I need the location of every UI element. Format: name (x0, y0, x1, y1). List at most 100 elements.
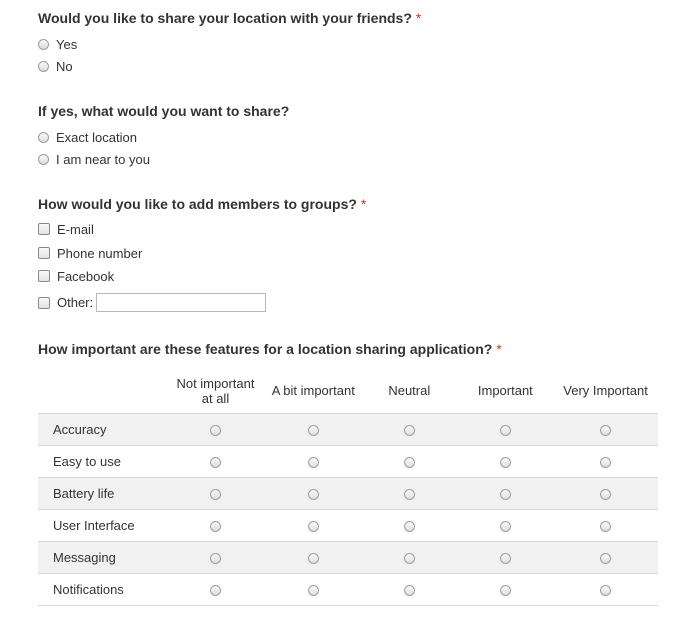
radio-button[interactable] (38, 131, 49, 143)
column-header: Neutral (388, 383, 431, 398)
column-header: Important (477, 383, 533, 398)
grid-cell[interactable] (266, 574, 361, 606)
radio-button[interactable] (403, 425, 415, 437)
grid-cell[interactable] (458, 510, 553, 542)
option-exact-location[interactable]: Exact location (38, 128, 137, 146)
radio-button[interactable] (403, 521, 415, 533)
option-label: Other: (57, 295, 94, 310)
checkbox[interactable] (38, 247, 50, 259)
required-marker: * (496, 341, 502, 357)
row-label: Easy to use (53, 454, 121, 469)
grid-cell[interactable] (266, 446, 361, 478)
radio-button[interactable] (209, 521, 221, 533)
radio-button[interactable] (307, 489, 319, 501)
radio-button[interactable] (403, 585, 415, 597)
radio-button[interactable] (499, 553, 511, 565)
grid-cell[interactable] (361, 510, 458, 542)
grid-cell[interactable] (553, 542, 658, 574)
option-label: Facebook (57, 268, 115, 284)
radio-button[interactable] (209, 489, 221, 501)
radio-button[interactable] (403, 553, 415, 565)
radio-button[interactable] (499, 585, 511, 597)
radio-button[interactable] (499, 489, 511, 501)
grid-cell[interactable] (266, 414, 361, 446)
radio-button[interactable] (209, 457, 221, 469)
grid-cell[interactable] (361, 542, 458, 574)
column-header: A bit important (271, 383, 355, 398)
radio-button[interactable] (307, 521, 319, 533)
question-share-what-title: If yes, what would you want to share? (38, 103, 289, 119)
option-label: Yes (56, 36, 78, 52)
column-header-label: Not important at all (176, 375, 255, 406)
radio-button[interactable] (403, 489, 415, 501)
grid-cell[interactable] (458, 446, 553, 478)
question-text: If yes, what would you want to share? (38, 103, 290, 119)
grid-cell[interactable] (361, 414, 458, 446)
radio-button[interactable] (600, 489, 612, 501)
grid-cell[interactable] (165, 446, 265, 478)
grid-cell[interactable] (165, 414, 265, 446)
question-text: How would you like to add members to gro… (38, 196, 357, 212)
column-header: Very Important (563, 383, 648, 398)
grid-cell[interactable] (553, 574, 658, 606)
option-label: I am near to you (56, 151, 150, 167)
radio-button[interactable] (499, 457, 511, 469)
radio-button[interactable] (499, 425, 511, 437)
grid-cell[interactable] (458, 478, 553, 510)
radio-button[interactable] (209, 553, 221, 565)
option-facebook[interactable]: Facebook (38, 267, 114, 285)
other-text-input[interactable] (96, 293, 267, 312)
grid-cell[interactable] (458, 414, 553, 446)
option-no[interactable]: No (38, 57, 73, 75)
option-yes[interactable]: Yes (38, 35, 77, 53)
option-near-to-you[interactable]: I am near to you (38, 150, 150, 168)
grid-cell[interactable] (553, 446, 658, 478)
checkbox[interactable] (38, 223, 50, 235)
checkbox[interactable] (38, 270, 50, 282)
grid-cell[interactable] (458, 574, 553, 606)
grid-cell[interactable] (553, 510, 658, 542)
grid-cell[interactable] (553, 414, 658, 446)
radio-button[interactable] (307, 425, 319, 437)
radio-button[interactable] (38, 60, 49, 72)
radio-button[interactable] (209, 425, 221, 437)
grid-cell[interactable] (458, 542, 553, 574)
radio-button[interactable] (499, 521, 511, 533)
radio-button[interactable] (600, 457, 612, 469)
option-phone-number[interactable]: Phone number (38, 244, 142, 262)
grid-row-user-interface: User Interface (38, 509, 658, 542)
radio-button[interactable] (600, 425, 612, 437)
option-label: E-mail (57, 221, 94, 237)
grid-cell[interactable] (165, 542, 265, 574)
option-label: Phone number (57, 245, 143, 261)
grid-cell[interactable] (553, 478, 658, 510)
radio-button[interactable] (38, 153, 49, 165)
radio-button[interactable] (600, 553, 612, 565)
option-other[interactable]: Other: (38, 292, 267, 313)
required-marker: * (360, 196, 367, 212)
radio-button[interactable] (209, 585, 221, 597)
radio-button[interactable] (38, 38, 49, 50)
checkbox[interactable] (38, 296, 50, 309)
question-text: How important are these features for a l… (38, 341, 493, 357)
grid-cell[interactable] (361, 574, 458, 606)
radio-button[interactable] (307, 553, 319, 565)
grid-cell[interactable] (165, 574, 265, 606)
row-label: Battery life (53, 486, 115, 501)
radio-button[interactable] (600, 585, 612, 597)
grid-cell[interactable] (266, 510, 361, 542)
grid-cell[interactable] (165, 510, 265, 542)
radio-button[interactable] (307, 585, 319, 597)
grid-corner (38, 368, 165, 414)
radio-button[interactable] (600, 521, 612, 533)
option-email[interactable]: E-mail (38, 220, 94, 238)
option-label: Exact location (56, 129, 137, 145)
radio-button[interactable] (307, 457, 319, 469)
grid-cell[interactable] (165, 478, 265, 510)
row-label: Notifications (53, 582, 124, 597)
grid-cell[interactable] (361, 446, 458, 478)
grid-cell[interactable] (266, 478, 361, 510)
grid-cell[interactable] (266, 542, 361, 574)
radio-button[interactable] (403, 457, 415, 469)
grid-cell[interactable] (361, 478, 458, 510)
